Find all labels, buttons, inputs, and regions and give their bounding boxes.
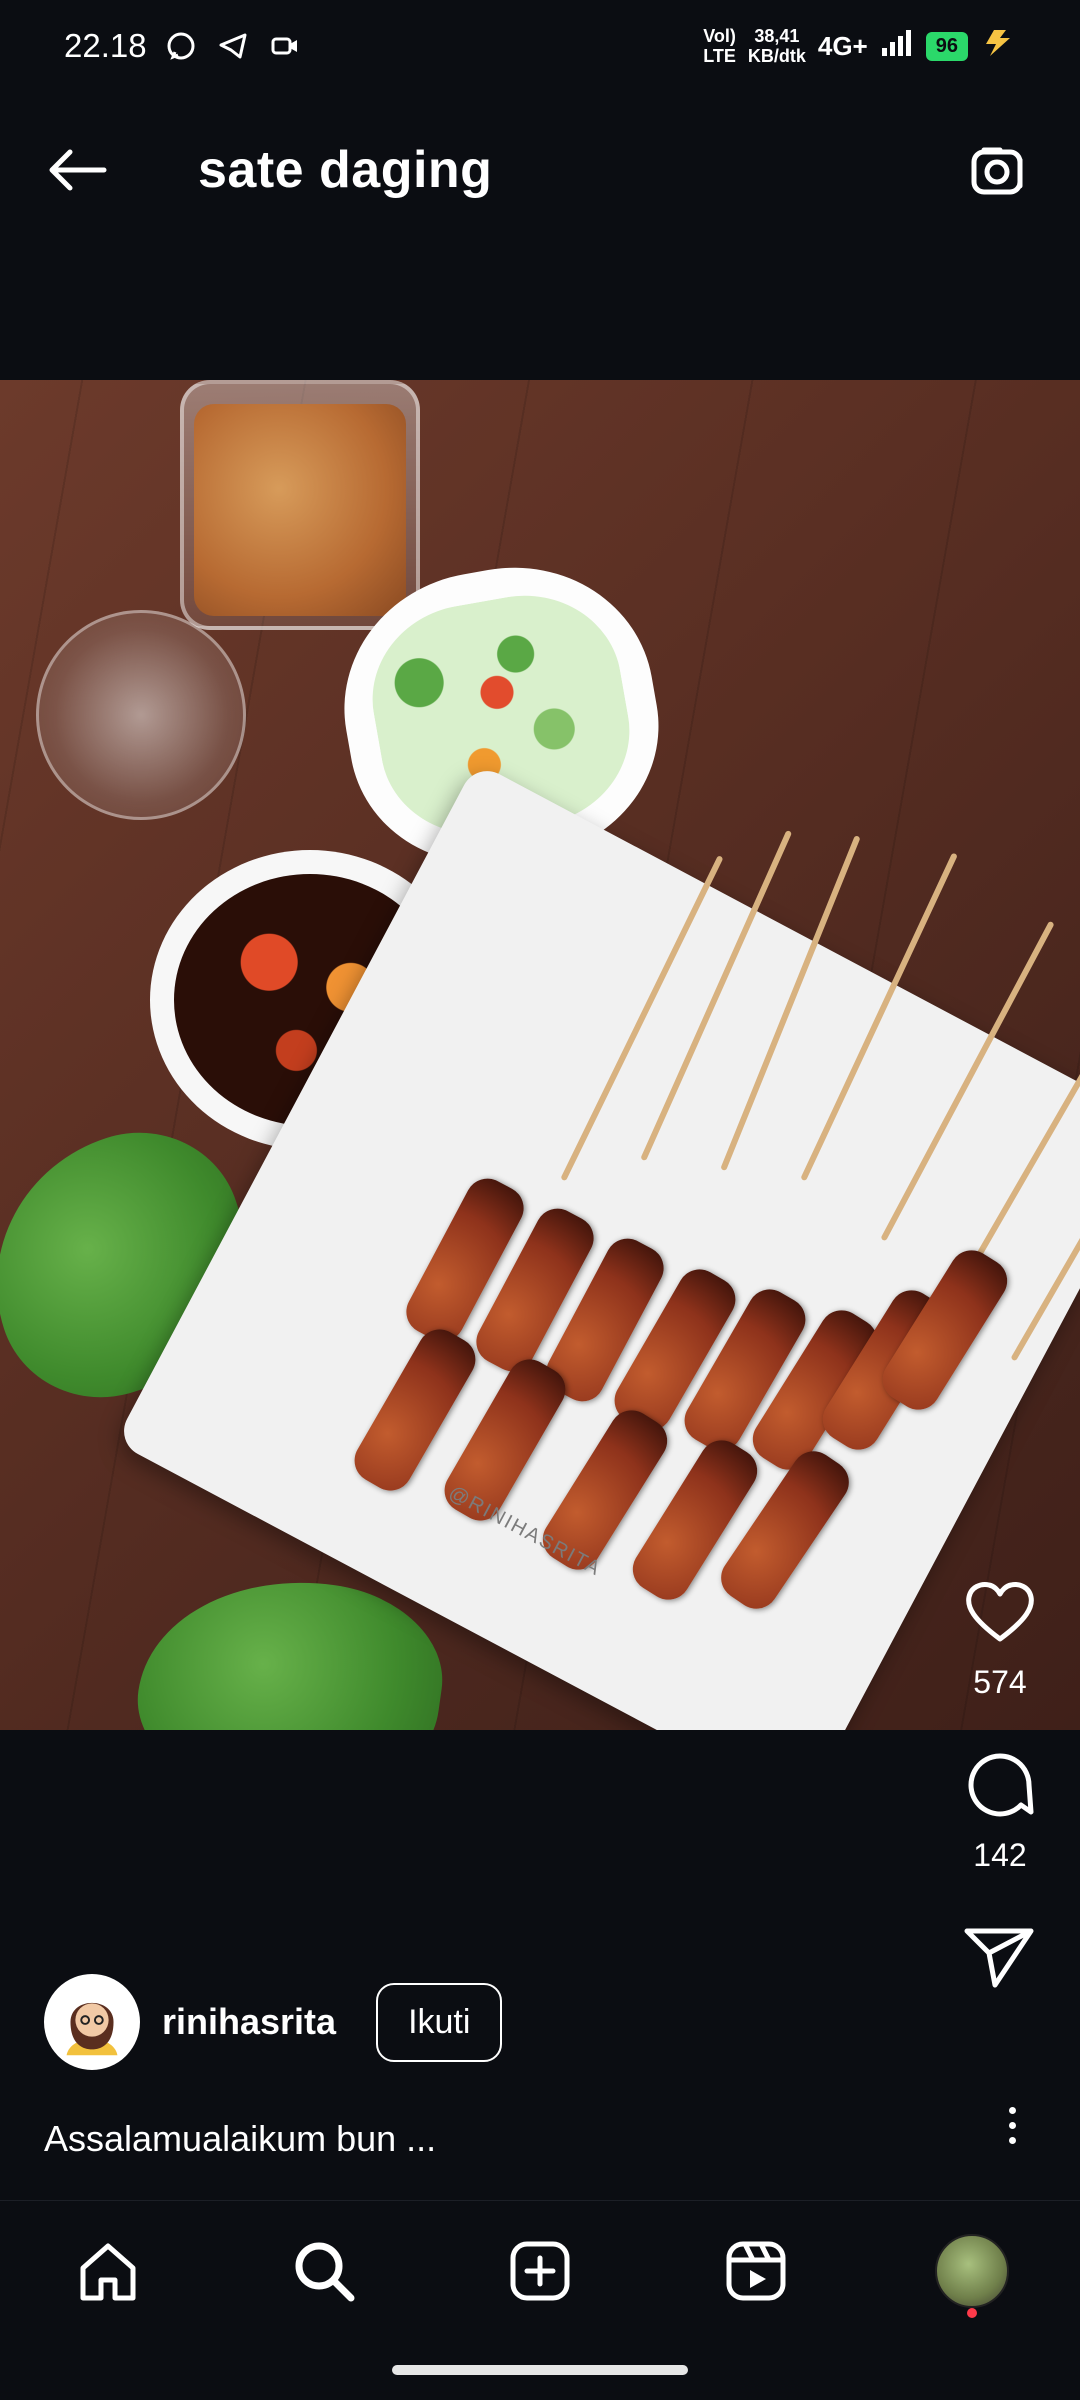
- nav-reels[interactable]: [696, 2216, 816, 2326]
- nav-create[interactable]: [480, 2216, 600, 2326]
- more-vertical-icon: [1008, 2106, 1016, 2114]
- home-indicator[interactable]: [392, 2365, 688, 2375]
- nav-home[interactable]: [48, 2216, 168, 2326]
- volte-top: Vol): [703, 26, 736, 46]
- whatsapp-icon: [163, 28, 199, 64]
- more-options-button[interactable]: [992, 2095, 1032, 2155]
- comment-count: 142: [973, 1837, 1027, 1873]
- status-time: 22.18: [64, 27, 147, 64]
- like-button[interactable]: [958, 1570, 1042, 1654]
- fried-shallot-jar: [180, 380, 420, 630]
- page-title: sate daging: [198, 141, 493, 199]
- status-left: 22.18: [64, 27, 303, 65]
- camera-icon: [971, 147, 1023, 195]
- status-right: Vol) LTE 38,41 KB/dtk 4G+ 96: [703, 26, 1020, 66]
- signal-icon: [880, 28, 914, 64]
- post-caption[interactable]: Assalamualaikum bun ...: [44, 2118, 436, 2160]
- network-speed: 38,41 KB/dtk: [748, 26, 806, 66]
- comment-button[interactable]: [958, 1743, 1042, 1827]
- charging-icon: [980, 28, 1020, 64]
- network-type: 4G+: [817, 30, 868, 61]
- search-icon: [295, 2242, 355, 2301]
- bottom-navigation: [0, 2200, 1080, 2340]
- telegram-icon: [215, 28, 251, 64]
- author-avatar[interactable]: [44, 1974, 140, 2070]
- comment-icon: [968, 1753, 1034, 1817]
- notification-dot: [967, 2307, 977, 2318]
- speed-value: 38,41: [754, 26, 800, 46]
- back-button[interactable]: [40, 138, 112, 202]
- heart-icon: [966, 1582, 1034, 1642]
- reels-icon: [726, 2241, 786, 2300]
- author-row: rinihasrita Ikuti: [44, 1972, 503, 2072]
- volte-bottom: LTE: [703, 46, 736, 66]
- home-icon: [80, 2243, 136, 2300]
- author-username[interactable]: rinihasrita: [162, 2001, 336, 2043]
- nav-search[interactable]: [264, 2216, 384, 2326]
- nav-profile[interactable]: [912, 2216, 1032, 2326]
- arrow-left-icon: [49, 149, 107, 191]
- profile-avatar: [935, 2233, 1009, 2308]
- share-button[interactable]: [958, 1916, 1042, 2000]
- glass-lid: [36, 610, 246, 820]
- video-camera-icon: [267, 28, 303, 64]
- camera-button[interactable]: [962, 134, 1034, 206]
- status-bar: 22.18 Vol) LTE 38,41 KB/dtk 4G+ 96: [0, 0, 1080, 92]
- header: sate daging: [0, 110, 1080, 230]
- like-count: 574: [973, 1664, 1027, 1700]
- plus-square-icon: [510, 2241, 570, 2300]
- speed-unit: KB/dtk: [747, 46, 806, 66]
- battery-level: 96: [925, 31, 968, 61]
- follow-button[interactable]: Ikuti: [376, 1982, 503, 2062]
- volte-indicator: Vol) LTE: [703, 26, 736, 66]
- post-photo[interactable]: @RINIHASRITA: [0, 380, 1080, 1730]
- send-icon: [964, 1928, 1034, 1988]
- action-rail: 574 142: [950, 1570, 1050, 2000]
